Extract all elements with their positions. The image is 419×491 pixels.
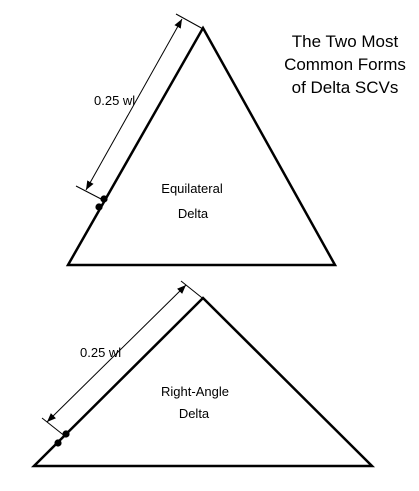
extension-tick-bottom	[41, 417, 67, 438]
dimension-label: 0.25 wl	[80, 345, 121, 360]
dimension-label: 0.25 wl	[94, 93, 135, 108]
feed-point-dot-1	[100, 195, 108, 203]
extension-tick-top	[180, 280, 207, 302]
right-angle-delta-diagram: 0.25 wl Right-Angle Delta	[30, 280, 376, 468]
title-line-3: of Delta SCVs	[292, 78, 399, 97]
extension-tick-bottom	[75, 185, 104, 201]
delta-name-line-1: Equilateral	[161, 181, 223, 196]
title-line-2: Common Forms	[284, 55, 406, 74]
title-line-1: The Two Most	[292, 32, 399, 51]
feed-point-dot-1	[62, 430, 70, 438]
delta-name-line-1: Right-Angle	[161, 384, 229, 399]
feed-point-dot-2	[54, 439, 62, 447]
right-angle-triangle	[30, 296, 376, 468]
delta-scv-diagram: The Two Most Common Forms of Delta SCVs …	[30, 13, 406, 468]
title-block: The Two Most Common Forms of Delta SCVs	[284, 32, 406, 97]
delta-name-line-2: Delta	[179, 406, 210, 421]
feed-point-dot-2	[95, 203, 103, 211]
delta-name-line-2: Delta	[178, 206, 209, 221]
equilateral-delta-diagram: 0.25 wl Equilateral Delta	[65, 13, 338, 267]
